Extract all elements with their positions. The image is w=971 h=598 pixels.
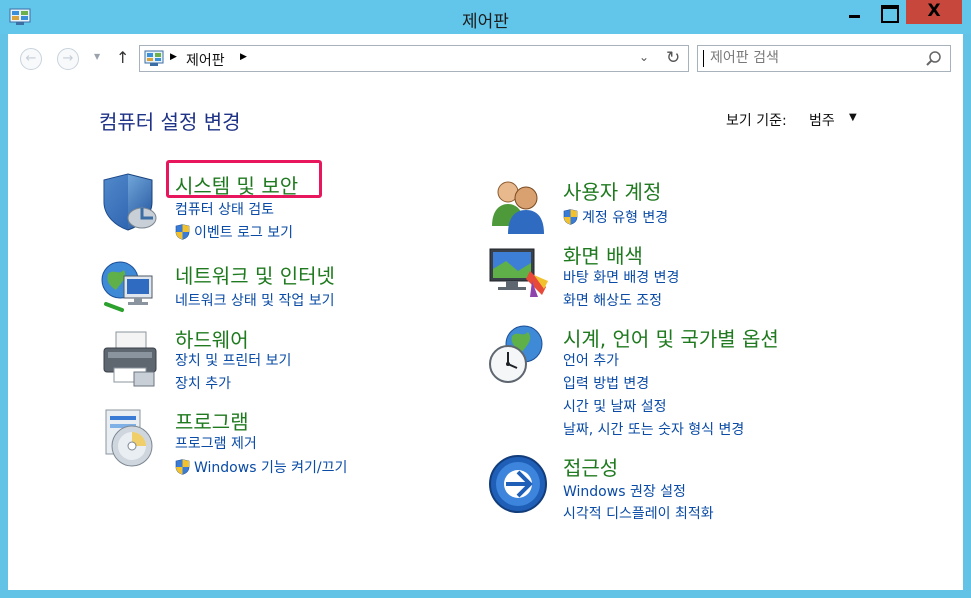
link-recommended-settings[interactable]: Windows 권장 설정	[563, 481, 686, 501]
category-user-accounts[interactable]: 사용자 계정	[563, 176, 661, 205]
uac-shield-icon	[563, 209, 578, 225]
window-title: 제어판	[462, 12, 509, 32]
maximize-button[interactable]	[872, 0, 904, 24]
network-globe-icon[interactable]	[98, 256, 162, 320]
chevron-down-icon[interactable]: ⌄	[639, 50, 649, 64]
page-title: 컴퓨터 설정 변경	[99, 110, 241, 134]
category-appearance[interactable]: 화면 배색	[563, 240, 643, 269]
display-appearance-icon[interactable]	[486, 241, 550, 305]
user-accounts-icon[interactable]	[486, 174, 550, 238]
link-add-device[interactable]: 장치 추가	[175, 373, 231, 393]
link-windows-features[interactable]: Windows 기능 켜기/끄기	[175, 457, 347, 477]
arrow-left-icon: ←	[25, 51, 37, 66]
ease-of-access-icon[interactable]	[486, 452, 550, 516]
close-button[interactable]: X	[906, 0, 962, 24]
link-change-date-time-format[interactable]: 날짜, 시간 또는 숫자 형식 변경	[563, 419, 744, 439]
refresh-icon[interactable]: ↻	[666, 48, 680, 68]
view-by-dropdown[interactable]: 범주	[809, 110, 835, 130]
programs-disc-icon[interactable]	[98, 406, 162, 470]
breadcrumb-separator-icon[interactable]: ▶	[170, 52, 177, 62]
search-input[interactable]	[710, 50, 910, 66]
arrow-up-icon: ↑	[116, 48, 130, 67]
link-change-desktop-background[interactable]: 바탕 화면 배경 변경	[563, 267, 679, 287]
security-shield-icon[interactable]	[98, 170, 162, 234]
link-view-event-logs[interactable]: 이벤트 로그 보기	[175, 222, 293, 242]
category-system-security[interactable]: 시스템 및 보안	[175, 170, 298, 199]
link-add-language[interactable]: 언어 추가	[563, 350, 619, 370]
category-hardware[interactable]: 하드웨어	[175, 324, 249, 353]
link-label: Windows 기능 켜기/끄기	[194, 460, 348, 476]
minimize-button[interactable]	[838, 0, 870, 24]
category-ease-of-access[interactable]: 접근성	[563, 452, 618, 481]
printer-icon[interactable]	[98, 328, 162, 392]
up-button[interactable]: ↑	[116, 48, 129, 67]
search-icon[interactable]	[925, 50, 943, 68]
breadcrumb-separator-icon[interactable]: ▶	[240, 52, 247, 62]
view-by-label: 보기 기준:	[726, 113, 787, 129]
search-box[interactable]	[697, 45, 951, 72]
forward-button[interactable]: →	[57, 48, 79, 70]
clock-globe-icon[interactable]	[486, 322, 550, 386]
arrow-right-icon: →	[62, 51, 74, 66]
back-button[interactable]: ←	[20, 48, 42, 70]
link-network-status[interactable]: 네트워크 상태 및 작업 보기	[175, 290, 334, 310]
dropdown-arrow-icon[interactable]: ▼	[849, 112, 857, 123]
control-panel-window: ← → ▼ ↑ ▶ 제어판 ▶ ⌄ ↻ 컴퓨터 설정 변경 보기 기준: 범주 …	[8, 34, 963, 590]
control-panel-icon	[144, 50, 164, 66]
uac-shield-icon	[175, 224, 190, 240]
link-optimize-visual-display[interactable]: 시각적 디스플레이 최적화	[563, 503, 714, 523]
title-bar: 제어판 X	[0, 0, 971, 34]
link-change-account-type[interactable]: 계정 유형 변경	[563, 207, 668, 227]
breadcrumb-control-panel[interactable]: 제어판	[186, 50, 225, 70]
category-network-internet[interactable]: 네트워크 및 인터넷	[175, 260, 335, 289]
link-adjust-screen-resolution[interactable]: 화면 해상도 조정	[563, 290, 662, 310]
category-clock-language-region[interactable]: 시계, 언어 및 국가별 옵션	[563, 323, 779, 352]
link-label: 이벤트 로그 보기	[194, 225, 294, 241]
uac-shield-icon	[175, 459, 190, 475]
category-programs[interactable]: 프로그램	[175, 406, 249, 435]
close-icon: X	[927, 1, 941, 21]
link-view-devices-printers[interactable]: 장치 및 프린터 보기	[175, 350, 291, 370]
text-cursor	[703, 50, 704, 67]
link-uninstall-program[interactable]: 프로그램 제거	[175, 433, 257, 453]
recent-locations-dropdown[interactable]: ▼	[94, 52, 100, 61]
link-review-computer-status[interactable]: 컴퓨터 상태 검토	[175, 199, 274, 219]
link-change-input-method[interactable]: 입력 방법 변경	[563, 373, 649, 393]
address-bar[interactable]: ▶ 제어판 ▶ ⌄ ↻	[139, 45, 689, 72]
link-set-time-date[interactable]: 시간 및 날짜 설정	[563, 396, 667, 416]
link-label: 계정 유형 변경	[582, 210, 669, 226]
